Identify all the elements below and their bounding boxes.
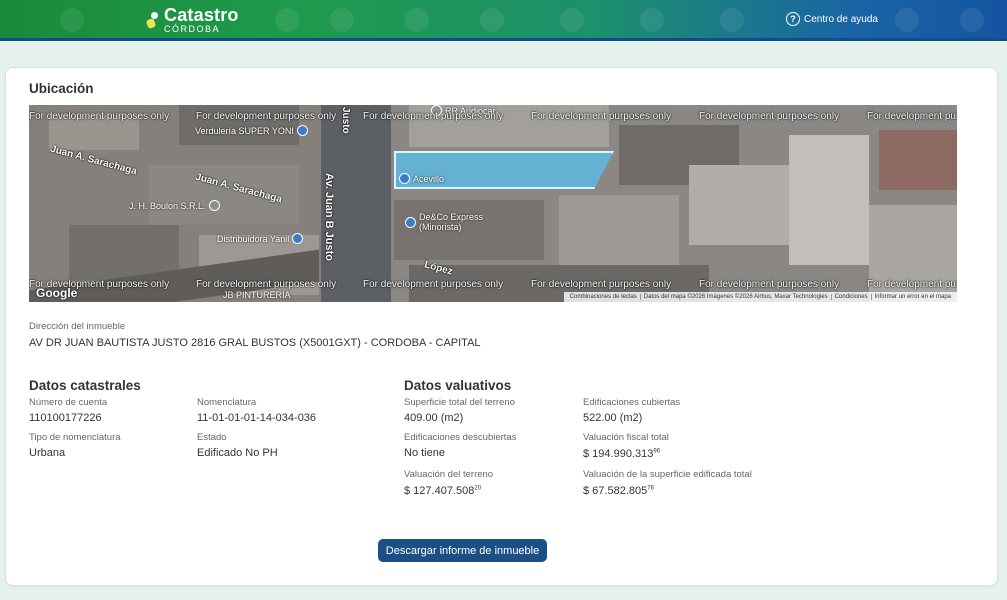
header-decoration bbox=[960, 8, 984, 32]
address-label: Dirección del inmueble bbox=[29, 321, 126, 332]
app-header: Catastro CÓRDOBA ? Centro de ayuda bbox=[0, 0, 1007, 40]
map-pin-icon bbox=[208, 200, 220, 211]
header-decoration bbox=[640, 8, 664, 32]
address-value: AV DR JUAN BAUTISTA JUSTO 2816 GRAL BUST… bbox=[29, 337, 481, 349]
map-attribution: Combinaciones de teclas Datos del mapa ©… bbox=[563, 292, 957, 302]
tipo-value: Urbana bbox=[29, 447, 66, 459]
location-title: Ubicación bbox=[29, 81, 94, 96]
app-logo[interactable]: Catastro CÓRDOBA bbox=[145, 5, 239, 34]
header-decoration bbox=[60, 8, 84, 32]
dev-watermark: For development purposes only bbox=[699, 111, 840, 122]
val-edif-cents: 76 bbox=[647, 485, 654, 492]
dev-watermark: For development purposes only bbox=[699, 279, 840, 290]
dev-watermark: For development purposes only bbox=[196, 111, 337, 122]
header-decoration bbox=[330, 8, 354, 32]
account-value: 110100177226 bbox=[29, 412, 102, 424]
edif-desc-value: No tiene bbox=[404, 447, 445, 459]
map-pin-icon bbox=[399, 173, 410, 184]
dev-watermark: For development purposes only bbox=[29, 111, 170, 122]
dev-watermark: For development purposes only bbox=[867, 111, 957, 122]
valuativos-title: Datos valuativos bbox=[404, 378, 512, 393]
satellite-map[interactable]: Av. Juan B Justo Justo Juan A. Sarachaga… bbox=[29, 105, 957, 302]
street-label: Justo bbox=[340, 107, 351, 134]
val-terreno-cents: 20 bbox=[474, 485, 482, 492]
dev-watermark: For development purposes only bbox=[363, 279, 504, 290]
val-edif-value: $ 67.582.80576 bbox=[583, 485, 654, 497]
nomenclatura-value: 11-01-01-01-14-034-036 bbox=[197, 412, 317, 424]
property-card: Ubicación Av. Juan B Justo Justo Juan A.… bbox=[5, 67, 998, 586]
account-label: Número de cuenta bbox=[29, 397, 108, 408]
header-decoration bbox=[480, 8, 504, 32]
header-divider bbox=[0, 38, 1007, 41]
google-logo: Google bbox=[36, 286, 78, 300]
app-title: Catastro bbox=[164, 5, 239, 25]
estado-label: Estado bbox=[197, 432, 227, 443]
header-decoration bbox=[720, 8, 744, 32]
map-pin-icon bbox=[292, 233, 304, 244]
app-subtitle: CÓRDOBA bbox=[164, 24, 221, 34]
logo-icon bbox=[145, 10, 160, 30]
dev-watermark: For development purposes only bbox=[363, 111, 504, 122]
keyboard-shortcuts-link[interactable]: Combinaciones de teclas bbox=[567, 294, 640, 300]
report-error-link[interactable]: Informar un error en el mapa bbox=[870, 294, 954, 300]
terms-link[interactable]: Condiciones bbox=[830, 294, 871, 300]
val-fiscal-value: $ 194.990.31396 bbox=[583, 448, 661, 460]
val-edif-label: Valuación de la superficie edificada tot… bbox=[583, 469, 752, 480]
map-data-text: Datos del mapa ©2026 Imágenes ©2026 Airb… bbox=[639, 294, 831, 300]
question-circle-icon: ? bbox=[786, 12, 800, 26]
dev-watermark: For development purposes only bbox=[531, 111, 672, 122]
dev-watermark: For development purposes only bbox=[196, 279, 337, 290]
map-poi[interactable]: Verdulería SUPER YONI bbox=[195, 125, 311, 136]
map-poi[interactable]: JB PINTURERIA bbox=[223, 290, 291, 300]
map-poi[interactable]: J. H. Boulon S.R.L. bbox=[129, 200, 223, 211]
edif-cub-label: Edificaciones cubiertas bbox=[583, 397, 681, 408]
map-pin-icon bbox=[405, 216, 416, 228]
help-center-label: Centro de ayuda bbox=[804, 13, 878, 25]
map-poi[interactable]: De&Co Express (Minorista) bbox=[405, 212, 499, 232]
edif-desc-label: Edificaciones descubiertas bbox=[404, 432, 517, 443]
tipo-label: Tipo de nomenclatura bbox=[29, 432, 121, 443]
val-fiscal-label: Valuación fiscal total bbox=[583, 432, 669, 443]
header-decoration bbox=[405, 8, 429, 32]
map-poi[interactable]: Distribuidora Yanil bbox=[217, 233, 306, 244]
edif-cub-value: 522.00 (m2) bbox=[583, 412, 643, 424]
sup-terreno-label: Superficie total del terreno bbox=[404, 397, 515, 408]
parcel-poi: Acevillo bbox=[399, 173, 444, 184]
val-terreno-label: Valuación del terreno bbox=[404, 469, 494, 480]
street-label: Av. Juan B Justo bbox=[323, 173, 335, 262]
estado-value: Edificado No PH bbox=[197, 447, 278, 459]
val-fiscal-cents: 96 bbox=[653, 448, 661, 455]
help-center-link[interactable]: ? Centro de ayuda bbox=[786, 12, 878, 26]
catastral-title: Datos catastrales bbox=[29, 378, 141, 393]
header-decoration bbox=[560, 8, 584, 32]
header-decoration bbox=[275, 8, 299, 32]
dev-watermark: For development purposes only bbox=[531, 279, 672, 290]
download-report-button[interactable]: Descargar informe de inmueble bbox=[378, 539, 547, 562]
val-terreno-value: $ 127.407.50820 bbox=[404, 485, 482, 497]
header-decoration bbox=[895, 8, 919, 32]
dev-watermark: For development purposes only bbox=[867, 279, 957, 290]
map-pin-icon bbox=[296, 125, 308, 136]
nomenclatura-label: Nomenclatura bbox=[197, 397, 257, 408]
sup-terreno-value: 409.00 (m2) bbox=[404, 412, 464, 424]
